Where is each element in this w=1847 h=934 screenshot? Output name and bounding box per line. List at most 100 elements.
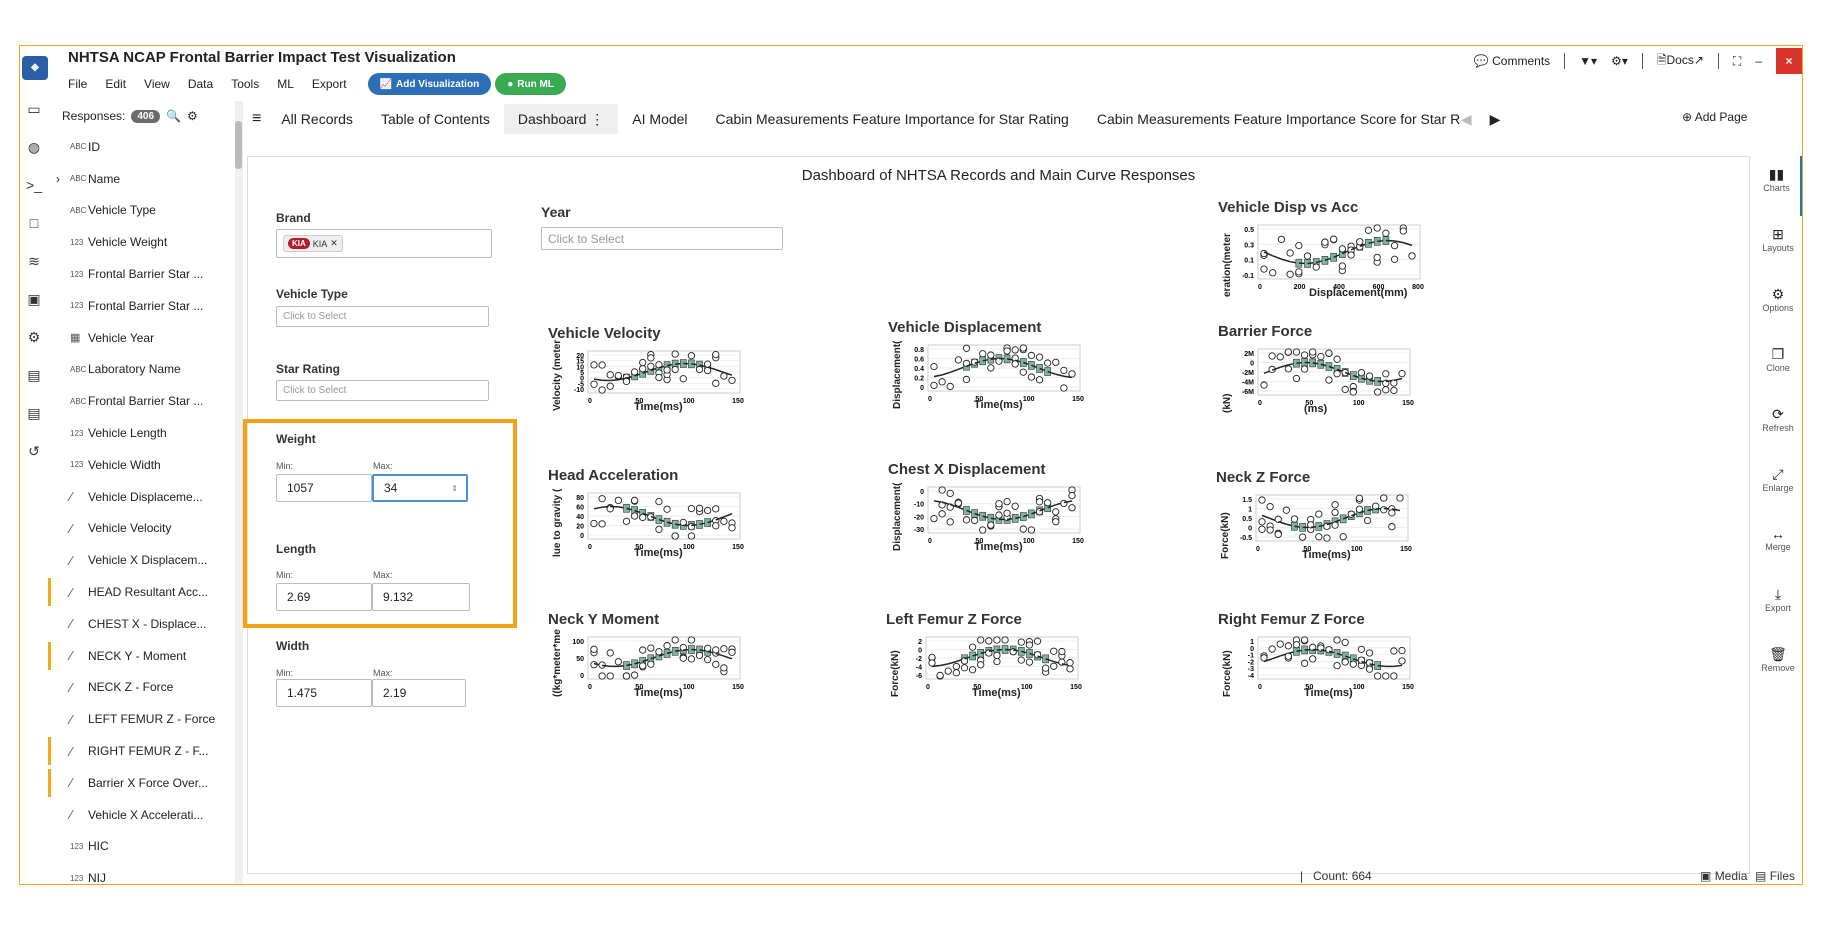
outlier-point[interactable] (1390, 242, 1399, 250)
outlier-point[interactable] (1260, 265, 1268, 273)
outlier-point[interactable] (995, 511, 1003, 519)
outlier-point[interactable] (1019, 525, 1027, 533)
outlier-point[interactable] (952, 662, 961, 671)
menu-file[interactable]: File (68, 77, 96, 91)
outlier-point[interactable] (695, 504, 704, 512)
outlier-point[interactable] (1068, 370, 1076, 378)
outlier-point[interactable] (622, 672, 631, 680)
outlier-point[interactable] (1300, 659, 1309, 667)
close-icon[interactable]: ✕ (330, 238, 338, 249)
rail-merge-button[interactable]: ↔ Merge (1753, 516, 1802, 576)
outlier-point[interactable] (1268, 645, 1276, 653)
chart-plot[interactable]: 1 0 -1 -2 -3 -4 0 50 100 150 (1218, 633, 1458, 721)
outlier-point[interactable] (590, 645, 598, 653)
outlier-point[interactable] (1011, 502, 1019, 510)
chart-plot[interactable]: 80 60 40 20 0 0 50 100 150 (548, 489, 788, 581)
outlier-point[interactable] (1052, 508, 1060, 516)
outlier-point[interactable] (1347, 251, 1355, 259)
outlier-point[interactable] (1396, 494, 1404, 502)
rail-layouts-button[interactable]: ⊞ Layouts (1753, 216, 1802, 276)
rail-clone-button[interactable]: ❐ Clone (1753, 336, 1802, 396)
outlier-point[interactable] (1035, 498, 1044, 506)
outlier-point[interactable] (1282, 506, 1291, 514)
outlier-point[interactable] (1260, 381, 1268, 389)
outlier-point[interactable] (979, 526, 987, 534)
outlier-point[interactable] (1315, 510, 1323, 518)
outlier-point[interactable] (1349, 388, 1357, 396)
scroll-left-icon[interactable]: ◀ (1461, 111, 1472, 128)
outlier-point[interactable] (1390, 379, 1398, 387)
outlier-point[interactable] (1284, 652, 1293, 660)
rail-export-button[interactable]: ⤓ Export (1753, 576, 1802, 636)
outlier-point[interactable] (1025, 658, 1034, 666)
outlier-point[interactable] (1284, 365, 1293, 373)
outlier-point[interactable] (630, 512, 639, 520)
outlier-point[interactable] (647, 644, 655, 652)
outlier-point[interactable] (622, 377, 631, 386)
outlier-point[interactable] (1382, 229, 1390, 237)
outlier-point[interactable] (598, 520, 606, 528)
menu-view[interactable]: View (135, 77, 179, 91)
outlier-point[interactable] (1058, 647, 1066, 656)
outlier-point[interactable] (962, 375, 971, 384)
outlier-point[interactable] (944, 667, 952, 675)
outlier-point[interactable] (952, 669, 961, 677)
outlier-point[interactable] (728, 524, 736, 532)
outlier-point[interactable] (1258, 525, 1266, 533)
tab-all-records[interactable]: All Records (267, 104, 367, 134)
outlier-point[interactable] (1365, 372, 1374, 380)
outlier-point[interactable] (1338, 245, 1347, 253)
outlier-point[interactable] (1298, 533, 1307, 541)
menu-export[interactable]: Export (303, 77, 356, 91)
outlier-point[interactable] (1380, 506, 1388, 514)
outlier-point[interactable] (639, 358, 647, 367)
outlier-point[interactable] (970, 516, 979, 525)
outlier-point[interactable] (703, 644, 712, 653)
outlier-point[interactable] (946, 518, 954, 526)
outlier-point[interactable] (1325, 349, 1333, 357)
outlier-point[interactable] (946, 382, 954, 391)
outlier-point[interactable] (1373, 253, 1381, 262)
files-button[interactable]: ▤ Files (1755, 869, 1795, 883)
outlier-point[interactable] (977, 661, 985, 669)
chart-plot[interactable]: 1.5 1 0.5 0 -0.5 0 50 100 150 (1216, 491, 1456, 583)
outlier-point[interactable] (1398, 646, 1406, 655)
outlier-point[interactable] (1323, 534, 1331, 542)
outlier-point[interactable] (1286, 270, 1294, 278)
outlier-point[interactable] (720, 664, 728, 672)
weight-min-input[interactable]: 1057 (276, 474, 372, 502)
outlier-point[interactable] (1331, 501, 1339, 509)
outlier-point[interactable] (1025, 641, 1034, 649)
globe-icon[interactable]: ◍ (20, 139, 48, 177)
outlier-point[interactable] (1001, 636, 1009, 644)
outlier-point[interactable] (687, 532, 696, 540)
outlier-point[interactable] (993, 651, 1001, 660)
outlier-point[interactable] (1268, 352, 1276, 360)
outlier-point[interactable] (1388, 509, 1396, 517)
outlier-point[interactable] (606, 371, 614, 379)
outlier-point[interactable] (1295, 268, 1303, 276)
outlier-point[interactable] (1382, 672, 1390, 680)
outlier-point[interactable] (622, 517, 631, 525)
outlier-point[interactable] (1309, 348, 1317, 356)
fullscreen-icon[interactable]: ⛶ (1733, 54, 1741, 69)
outlier-point[interactable] (1312, 263, 1320, 271)
outlier-point[interactable] (1331, 508, 1339, 517)
field-item[interactable]: ∕ NECK Z - Force (48, 672, 242, 704)
year-select[interactable]: Click to Select (541, 227, 783, 250)
tab-ai-model[interactable]: AI Model (618, 104, 701, 134)
outlier-point[interactable] (712, 646, 720, 654)
outlier-point[interactable] (1349, 660, 1357, 668)
kebab-menu-icon[interactable]: ⋮ (590, 111, 604, 127)
outlier-point[interactable] (1333, 370, 1341, 378)
outlier-point[interactable] (1017, 656, 1025, 664)
rail-enlarge-button[interactable]: ⤢ Enlarge (1753, 456, 1802, 516)
outlier-point[interactable] (1258, 496, 1266, 504)
length-min-input[interactable]: 2.69 (276, 583, 372, 611)
outlier-point[interactable] (1050, 662, 1058, 670)
outlier-point[interactable] (1333, 636, 1341, 644)
outlier-point[interactable] (712, 505, 720, 513)
outlier-point[interactable] (703, 656, 712, 664)
outlier-point[interactable] (1295, 241, 1303, 250)
outlier-point[interactable] (1033, 637, 1042, 645)
